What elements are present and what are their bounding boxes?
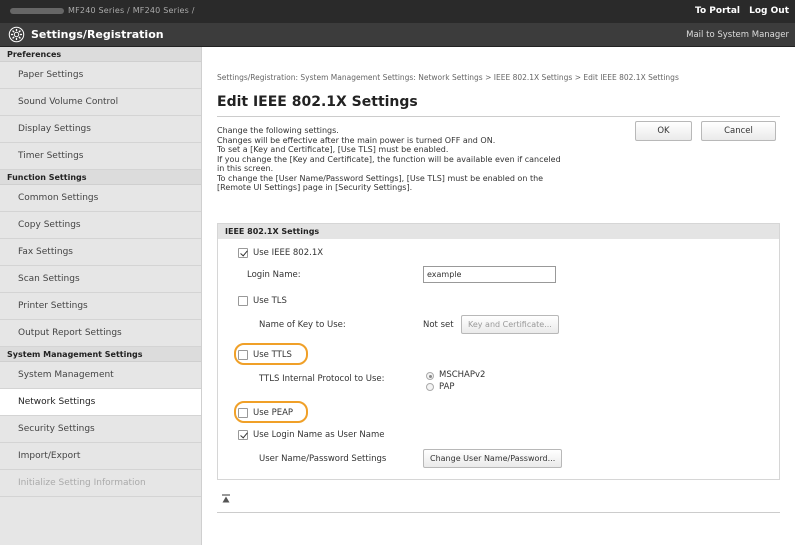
description-line: To set a [Key and Certificate], [Use TLS… bbox=[217, 145, 449, 154]
panel-heading: IEEE 802.1X Settings bbox=[218, 224, 779, 239]
description-line: Changes will be effective after the main… bbox=[217, 135, 496, 145]
key-name-value: Not set bbox=[423, 320, 454, 330]
title-divider bbox=[217, 116, 780, 117]
key-name-label: Name of Key to Use: bbox=[259, 320, 346, 330]
to-portal-link[interactable]: To Portal bbox=[695, 6, 740, 16]
use-tls-checkbox[interactable] bbox=[238, 296, 248, 306]
device-name-text: MF240 Series / MF240 Series / bbox=[68, 6, 195, 15]
header-bar: Settings/Registration Mail to System Man… bbox=[0, 23, 795, 47]
top-links: To Portal Log Out bbox=[689, 6, 789, 16]
sidebar-item-printer-settings[interactable]: Printer Settings bbox=[0, 293, 201, 320]
sidebar-item-display-settings[interactable]: Display Settings bbox=[0, 116, 201, 143]
description-line: To change the [User Name/Password Settin… bbox=[217, 173, 544, 183]
ttls-highlight-ring bbox=[234, 343, 308, 365]
mail-to-system-manager-link[interactable]: Mail to System Manager bbox=[686, 30, 789, 40]
use-ieee-label: Use IEEE 802.1X bbox=[253, 248, 324, 258]
gear-icon bbox=[8, 26, 25, 43]
change-user-password-button[interactable]: Change User Name/Password... bbox=[423, 449, 563, 468]
sidebar-item-fax-settings[interactable]: Fax Settings bbox=[0, 239, 201, 266]
mschapv2-radio[interactable] bbox=[426, 372, 434, 380]
ok-button[interactable]: OK bbox=[635, 121, 692, 141]
pap-radio[interactable] bbox=[426, 383, 434, 391]
device-name-blur bbox=[10, 7, 64, 14]
sidebar-item-paper-settings[interactable]: Paper Settings bbox=[0, 62, 201, 89]
sidebar-item-initialize-setting-information[interactable]: Initialize Setting Information bbox=[0, 470, 201, 497]
sidebar-item-import-export[interactable]: Import/Export bbox=[0, 443, 201, 470]
sidebar-section-preferences: Preferences bbox=[0, 47, 201, 62]
description-line: [Remote UI Settings] page in [Security S… bbox=[217, 183, 413, 192]
ttls-protocol-label: TTLS Internal Protocol to Use: bbox=[259, 374, 385, 384]
use-login-as-user-checkbox[interactable] bbox=[238, 430, 248, 440]
cancel-button[interactable]: Cancel bbox=[701, 121, 776, 141]
use-ieee-checkbox[interactable] bbox=[238, 248, 248, 258]
sidebar-item-copy-settings[interactable]: Copy Settings bbox=[0, 212, 201, 239]
description: Change the following settings. Changes w… bbox=[217, 126, 637, 193]
mschapv2-label: MSCHAPv2 bbox=[439, 370, 486, 380]
login-name-input[interactable] bbox=[423, 266, 556, 283]
key-and-certificate-button[interactable]: Key and Certificate... bbox=[461, 315, 559, 334]
sidebar-section-function-settings: Function Settings bbox=[0, 170, 201, 185]
device-name: MF240 Series / MF240 Series / bbox=[10, 6, 195, 15]
sidebar: Preferences Paper Settings Sound Volume … bbox=[0, 47, 202, 545]
use-tls-label: Use TLS bbox=[253, 296, 287, 306]
sidebar-item-timer-settings[interactable]: Timer Settings bbox=[0, 143, 201, 170]
use-login-as-user-label: Use Login Name as User Name bbox=[253, 430, 385, 440]
description-line: If you change the [Key and Certificate],… bbox=[217, 154, 561, 164]
sidebar-item-system-management[interactable]: System Management bbox=[0, 362, 201, 389]
description-line: in this screen. bbox=[217, 164, 274, 173]
bottom-divider bbox=[217, 512, 780, 513]
breadcrumb: Settings/Registration: System Management… bbox=[217, 73, 679, 82]
header-title: Settings/Registration bbox=[31, 28, 164, 41]
sidebar-item-network-settings[interactable]: Network Settings bbox=[0, 389, 201, 416]
pap-label: PAP bbox=[439, 382, 455, 392]
sidebar-item-scan-settings[interactable]: Scan Settings bbox=[0, 266, 201, 293]
sidebar-item-sound-volume-control[interactable]: Sound Volume Control bbox=[0, 89, 201, 116]
sidebar-item-output-report-settings[interactable]: Output Report Settings bbox=[0, 320, 201, 347]
ieee-settings-panel: IEEE 802.1X Settings Use IEEE 802.1X Log… bbox=[217, 223, 780, 480]
top-bar: MF240 Series / MF240 Series / To Portal … bbox=[0, 0, 795, 23]
main-content: Settings/Registration: System Management… bbox=[217, 47, 787, 545]
log-out-link[interactable]: Log Out bbox=[749, 6, 789, 16]
sidebar-item-common-settings[interactable]: Common Settings bbox=[0, 185, 201, 212]
sidebar-item-security-settings[interactable]: Security Settings bbox=[0, 416, 201, 443]
user-password-settings-label: User Name/Password Settings bbox=[259, 454, 387, 464]
page-title: Edit IEEE 802.1X Settings bbox=[217, 94, 418, 110]
peap-highlight-ring bbox=[234, 401, 308, 423]
arrow-up-to-top-icon[interactable] bbox=[221, 494, 231, 504]
sidebar-section-system-management: System Management Settings bbox=[0, 347, 201, 362]
description-line: Change the following settings. bbox=[217, 126, 339, 135]
login-name-label: Login Name: bbox=[247, 270, 301, 280]
